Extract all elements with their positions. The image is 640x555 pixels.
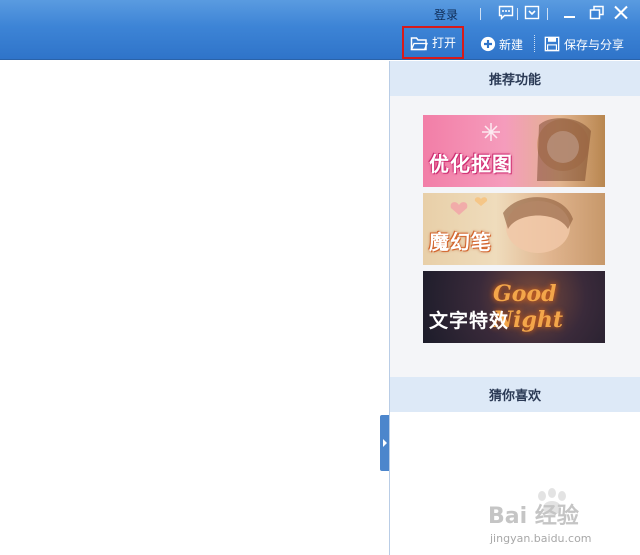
banner-text-effects[interactable]: Good Night 文字特效 (423, 271, 605, 343)
title-toolbar: 登录 打开 新建 保存与分享 (0, 0, 640, 60)
save-share-button[interactable]: 保存与分享 (544, 32, 624, 56)
folder-open-icon (410, 36, 428, 50)
open-button-label: 打开 (432, 36, 457, 50)
separator (534, 35, 535, 52)
save-disk-icon (544, 36, 560, 52)
right-panel: 推荐功能 优化抠图 魔幻笔 Good Night 文字特效 猜你喜欢 (389, 61, 640, 555)
recommended-header: 推荐功能 (390, 61, 640, 96)
plus-circle-icon (480, 36, 496, 52)
close-icon[interactable] (613, 5, 629, 20)
minimize-icon[interactable] (562, 5, 578, 20)
open-button[interactable]: 打开 (402, 26, 464, 59)
banner-optimize-cutout[interactable]: 优化抠图 (423, 115, 605, 187)
banner-label: 文字特效 (429, 310, 510, 332)
recommended-section: 推荐功能 优化抠图 魔幻笔 Good Night 文字特效 (390, 61, 640, 377)
watermark-url: jingyan.baidu.com (490, 532, 592, 545)
watermark-logo: Bai 经验 (488, 504, 579, 529)
image-canvas[interactable] (0, 61, 389, 555)
banner-script-text: Good Night (493, 281, 564, 333)
save-share-label: 保存与分享 (564, 37, 625, 52)
banner-label: 优化抠图 (429, 152, 513, 176)
menu-dropdown-icon[interactable] (524, 5, 540, 20)
new-button[interactable]: 新建 (480, 32, 523, 56)
banner-magic-pen[interactable]: 魔幻笔 (423, 193, 605, 265)
guess-you-like-header: 猜你喜欢 (390, 377, 640, 412)
separator (480, 8, 481, 20)
new-button-label: 新建 (499, 37, 524, 52)
feedback-icon[interactable] (498, 5, 514, 20)
login-link[interactable]: 登录 (434, 6, 458, 23)
banner-label: 魔幻笔 (429, 230, 492, 254)
separator (547, 8, 548, 20)
restore-icon[interactable] (589, 5, 605, 20)
separator (517, 8, 518, 20)
